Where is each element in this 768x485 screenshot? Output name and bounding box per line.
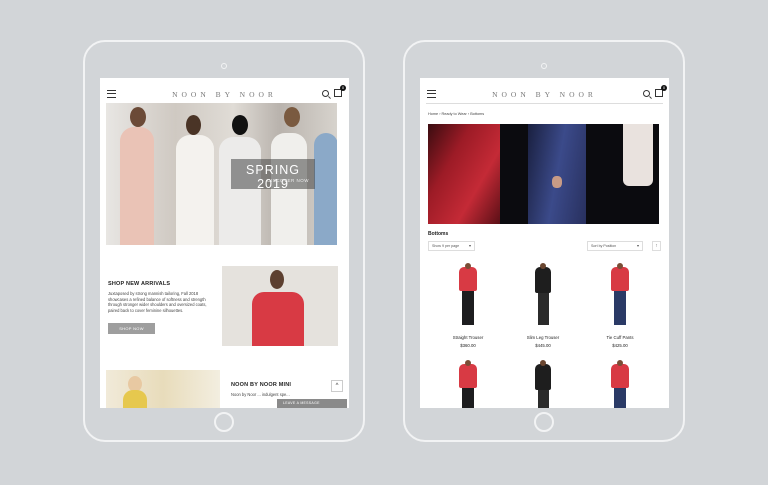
model-head: [186, 115, 201, 135]
product-trouser-shape: [462, 388, 474, 408]
cart-badge: 0: [661, 85, 667, 91]
header-divider: [426, 103, 663, 104]
model-figure: [252, 292, 304, 346]
leave-message-button[interactable]: LEAVE A MESSAGE: [277, 399, 347, 408]
product-name[interactable]: Tie Cuff Pants: [590, 335, 650, 340]
model-figure: [176, 135, 214, 245]
home-button-icon[interactable]: [214, 412, 234, 432]
new-arrivals-photo[interactable]: [222, 266, 338, 346]
product-card[interactable]: Tie Cuff Pants $425.00: [590, 263, 650, 348]
site-logo[interactable]: NOON BY NOOR: [420, 90, 669, 99]
breadcrumb: Home › Ready to Wear › Bottoms: [428, 112, 484, 116]
product-image[interactable]: [438, 263, 498, 329]
site-header: NOON BY NOOR 0: [100, 78, 349, 104]
camera-icon: [221, 63, 227, 69]
model-figure: [314, 133, 337, 245]
mini-collection-photo[interactable]: [106, 370, 220, 408]
site-header: NOON BY NOOR 0: [420, 78, 669, 104]
product-price: $360.00: [460, 343, 476, 348]
hero-banner[interactable]: SPRING 2019 DISCOVER NOW: [106, 103, 337, 245]
product-card[interactable]: Straight Trouser $360.00: [438, 263, 498, 348]
model-head: [465, 263, 471, 269]
product-top-shape: [611, 364, 629, 388]
model-head: [617, 360, 623, 366]
product-trouser-shape: [538, 293, 549, 325]
model-head: [617, 263, 623, 269]
cart-icon[interactable]: 0: [655, 85, 667, 97]
sort-direction-button[interactable]: ↑: [652, 241, 661, 251]
left-tablet: NOON BY NOOR 0 SPRING 2019 DISCOVER NOW …: [83, 40, 365, 442]
hand-shape: [552, 176, 562, 188]
new-arrivals-text: Juxtaposed by strong mannish tailoring, …: [108, 291, 207, 313]
mini-text: Noon by Noor ... indulgent spe...: [231, 392, 290, 397]
hero-title: SPRING 2019: [246, 163, 300, 191]
product-trouser-shape: [614, 388, 626, 408]
white-shirt-shape: [623, 124, 653, 186]
mini-title: NOON BY NOOR MINI: [231, 382, 292, 388]
product-image[interactable]: [513, 263, 573, 329]
product-top-shape: [459, 267, 477, 291]
sort-select[interactable]: Sort by Position: [587, 241, 643, 251]
product-image[interactable]: [438, 360, 498, 408]
child-figure: [123, 390, 147, 408]
cart-icon[interactable]: 0: [334, 85, 346, 97]
red-jacket-shape: [428, 124, 500, 224]
model-head: [465, 360, 471, 366]
category-banner: [428, 124, 659, 224]
product-image[interactable]: [590, 263, 650, 329]
shop-now-button[interactable]: SHOP NOW: [108, 323, 155, 334]
hero-caption: SPRING 2019 DISCOVER NOW: [231, 159, 315, 191]
category-title: Bottoms: [428, 231, 449, 237]
breadcrumb-ready-to-wear[interactable]: Ready to Wear: [442, 112, 467, 116]
product-name[interactable]: Slim Leg Trouser: [513, 335, 573, 340]
model-figure: [219, 137, 261, 245]
product-card[interactable]: [438, 360, 498, 408]
product-card[interactable]: Slim Leg Trouser $445.00: [513, 263, 573, 348]
home-button-icon[interactable]: [534, 412, 554, 432]
product-top-shape: [535, 267, 551, 293]
discover-now-link[interactable]: DISCOVER NOW: [267, 178, 309, 183]
camera-icon: [541, 63, 547, 69]
model-head: [540, 263, 546, 269]
blue-suit-shape: [528, 124, 586, 224]
product-top-shape: [535, 364, 551, 390]
breadcrumb-bottoms: Bottoms: [470, 112, 485, 116]
site-logo[interactable]: NOON BY NOOR: [100, 90, 349, 99]
product-trouser-shape: [614, 291, 626, 325]
product-top-shape: [459, 364, 477, 388]
right-tablet: NOON BY NOOR 0 Home › Ready to Wear › Bo…: [403, 40, 685, 442]
model-head: [232, 115, 248, 135]
per-page-select[interactable]: Show 9 per page: [428, 241, 475, 251]
product-price: $425.00: [612, 343, 628, 348]
breadcrumb-home[interactable]: Home: [428, 112, 438, 116]
product-trouser-shape: [462, 291, 474, 325]
model-head: [540, 360, 546, 366]
product-image[interactable]: [513, 360, 573, 408]
product-top-shape: [611, 267, 629, 291]
product-image[interactable]: [590, 360, 650, 408]
product-card[interactable]: [590, 360, 650, 408]
category-screen: NOON BY NOOR 0 Home › Ready to Wear › Bo…: [420, 78, 669, 408]
new-arrivals-title: SHOP NEW ARRIVALS: [108, 281, 171, 287]
model-head: [270, 270, 284, 289]
scroll-to-top-button[interactable]: ^: [331, 380, 343, 392]
home-screen: NOON BY NOOR 0 SPRING 2019 DISCOVER NOW …: [100, 78, 349, 408]
product-trouser-shape: [538, 390, 549, 408]
search-icon[interactable]: [322, 90, 329, 97]
product-name[interactable]: Straight Trouser: [438, 335, 498, 340]
model-head: [284, 107, 300, 127]
cart-badge: 0: [340, 85, 346, 91]
search-icon[interactable]: [643, 90, 650, 97]
product-card[interactable]: [513, 360, 573, 408]
model-head: [130, 107, 146, 127]
model-figure: [120, 127, 154, 245]
product-price: $445.00: [535, 343, 551, 348]
